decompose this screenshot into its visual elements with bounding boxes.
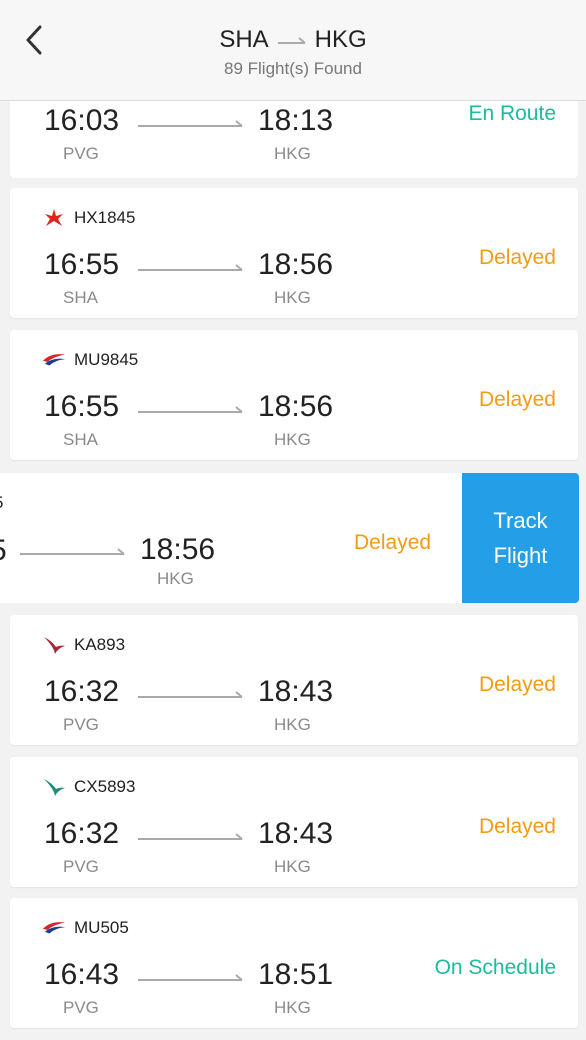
- flight-status: On Schedule: [434, 956, 556, 979]
- flights-found-count: 89 Flight(s) Found: [224, 59, 362, 78]
- flight-arrow-icon: [138, 120, 243, 127]
- flight-card[interactable]: HX1845 16:55 18:56 SHA HKG Delayed: [10, 188, 578, 318]
- airline-info: MU505: [42, 918, 129, 938]
- flight-status: Delayed: [478, 246, 556, 269]
- arrival-airport: HKG: [157, 569, 194, 588]
- hong-kong-airlines-logo-icon: [42, 208, 66, 228]
- flight-status: Delayed: [478, 673, 556, 696]
- airline-info: MU9845: [42, 350, 138, 370]
- departure-time: 16:55: [44, 248, 120, 281]
- airline-info: KA893: [42, 635, 125, 655]
- route-title: SHA HKG: [0, 26, 586, 54]
- departure-time: 16:03: [44, 104, 120, 137]
- arrival-time: 18:56: [258, 390, 334, 423]
- flight-arrow-icon: [138, 974, 243, 981]
- arrival-airport: HKG: [274, 288, 311, 307]
- departure-airport: PVG: [63, 144, 99, 163]
- flight-number: MU9845: [74, 350, 139, 369]
- departure-airport: PVG: [63, 857, 99, 876]
- china-eastern-logo-icon: [42, 350, 66, 370]
- departure-time: 16:55: [44, 390, 120, 423]
- flight-number: CX5893: [74, 777, 136, 796]
- track-flight-label-2: Flight: [493, 543, 548, 568]
- flight-number: HX1845: [74, 208, 136, 227]
- flight-arrow-icon: [138, 691, 243, 698]
- arrival-airport: HKG: [274, 430, 311, 449]
- departure-airport: SHA: [63, 288, 98, 307]
- arrival-time: 18:43: [258, 675, 334, 708]
- flight-status: Delayed: [478, 815, 556, 838]
- track-flight-button[interactable]: Track Flight: [462, 473, 579, 603]
- departure-airport: PVG: [63, 998, 99, 1017]
- flight-number: MU505: [74, 918, 129, 937]
- departure-time: 16:32: [44, 817, 120, 850]
- flight-card[interactable]: MU9845 16:55 18:56 SHA HKG Delayed: [10, 330, 578, 460]
- flight-number: 5: [0, 493, 3, 513]
- flight-arrow-icon: [138, 264, 243, 271]
- cathay-pacific-logo-icon: [42, 777, 66, 797]
- arrival-airport: HKG: [274, 715, 311, 734]
- flight-arrow-icon: [20, 548, 125, 555]
- flight-card[interactable]: KA893 16:32 18:43 PVG HKG Delayed: [10, 615, 578, 745]
- departure-time: 16:43: [44, 958, 120, 991]
- top-bar: SHA HKG 89 Flight(s) Found: [0, 0, 586, 101]
- arrival-airport: HKG: [274, 857, 311, 876]
- china-eastern-logo-icon: [42, 918, 66, 938]
- flight-card-swiped[interactable]: 5 5 18:56 HKG Delayed Track Flight: [0, 473, 579, 603]
- cathay-dragon-logo-icon: [42, 635, 66, 655]
- arrival-time: 18:13: [258, 104, 334, 137]
- departure-time: 16:32: [44, 675, 120, 708]
- departure-airport: PVG: [63, 715, 99, 734]
- arrival-airport: HKG: [274, 144, 311, 163]
- route-arrow-icon: [277, 26, 307, 54]
- flight-status: Delayed: [478, 388, 556, 411]
- arrival-time: 18:51: [258, 958, 334, 991]
- flight-number: KA893: [74, 635, 126, 654]
- airline-info: CX5893: [42, 777, 135, 797]
- flight-status: En Route: [468, 102, 556, 125]
- destination-code: HKG: [314, 26, 367, 53]
- flight-arrow-icon: [138, 833, 243, 840]
- arrival-time: 18:56: [140, 533, 216, 566]
- departure-airport: SHA: [63, 430, 98, 449]
- flight-card[interactable]: CX5893 16:32 18:43 PVG HKG Delayed: [10, 757, 578, 887]
- arrival-time: 18:43: [258, 817, 334, 850]
- flight-card[interactable]: MU505 16:43 18:51 PVG HKG On Schedule: [10, 898, 578, 1028]
- flight-status: Delayed: [354, 531, 432, 554]
- arrival-time: 18:56: [258, 248, 334, 281]
- origin-code: SHA: [219, 26, 269, 53]
- airline-info: HX1845: [42, 208, 135, 228]
- departure-time: 5: [0, 534, 7, 568]
- flight-arrow-icon: [138, 406, 243, 413]
- track-flight-label-1: Track: [493, 508, 548, 533]
- arrival-airport: HKG: [274, 998, 311, 1017]
